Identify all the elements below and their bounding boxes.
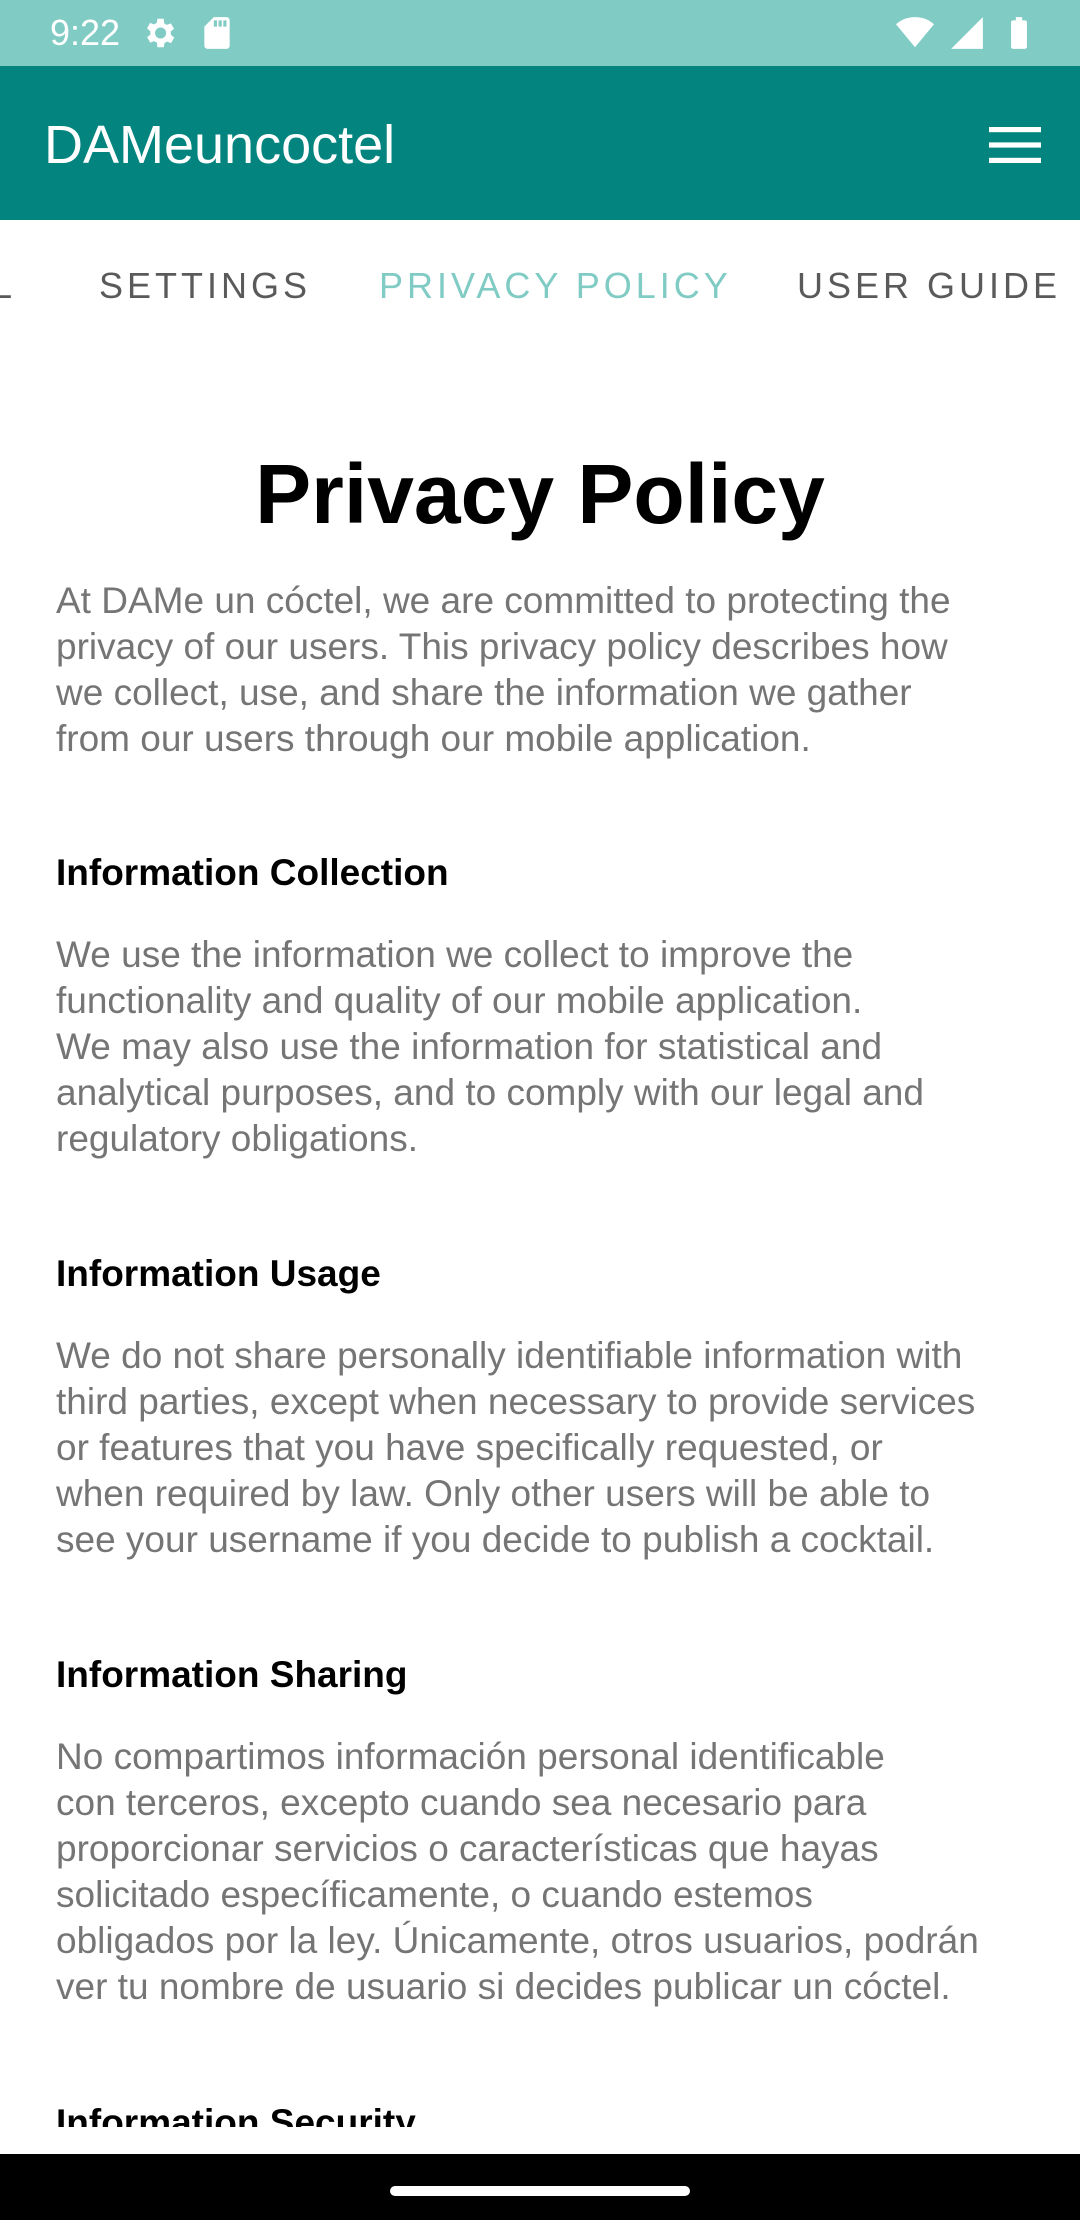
home-indicator[interactable]	[390, 2186, 690, 2196]
status-bar: 9:22	[0, 0, 1080, 66]
privacy-policy-content[interactable]: Privacy Policy At DAMe un cóctel, we are…	[0, 352, 1080, 2127]
status-time: 9:22	[50, 12, 121, 53]
settings-icon	[140, 14, 178, 52]
section-heading: Information Usage	[56, 1253, 381, 1294]
tab-settings[interactable]: SETTINGS	[99, 264, 311, 308]
app-title: DAMeuncoctel	[44, 115, 396, 175]
section-body: We do not share personally identifiable …	[56, 1335, 976, 1560]
app-bar: DAMeuncoctel	[0, 66, 1080, 220]
status-right-icons	[896, 14, 1038, 52]
tab-strip: IL SETTINGS PRIVACY POLICY USER GUIDE	[0, 220, 1080, 352]
tab-user-guide[interactable]: USER GUIDE	[797, 264, 1061, 308]
section-body: We use the information we collect to imp…	[56, 934, 924, 1159]
menu-button[interactable]	[980, 110, 1050, 180]
status-left-icons	[140, 14, 236, 52]
battery-icon	[1000, 14, 1038, 52]
tab-partial[interactable]: IL	[0, 264, 16, 308]
section-heading: Information Sharing	[56, 1654, 408, 1695]
intro-paragraph: At DAMe un cóctel, we are committed to p…	[56, 580, 951, 759]
section-heading: Information Security	[56, 2102, 416, 2127]
page-title: Privacy Policy	[255, 447, 825, 541]
wifi-icon	[896, 14, 934, 52]
menu-icon	[989, 125, 1041, 165]
tab-privacy-policy[interactable]: PRIVACY POLICY	[379, 264, 732, 308]
section-heading: Information Collection	[56, 852, 449, 893]
sd-card-icon	[198, 14, 236, 52]
section-body: No compartimos información personal iden…	[56, 1736, 979, 2007]
navigation-bar	[0, 2154, 1080, 2220]
signal-icon	[948, 14, 986, 52]
